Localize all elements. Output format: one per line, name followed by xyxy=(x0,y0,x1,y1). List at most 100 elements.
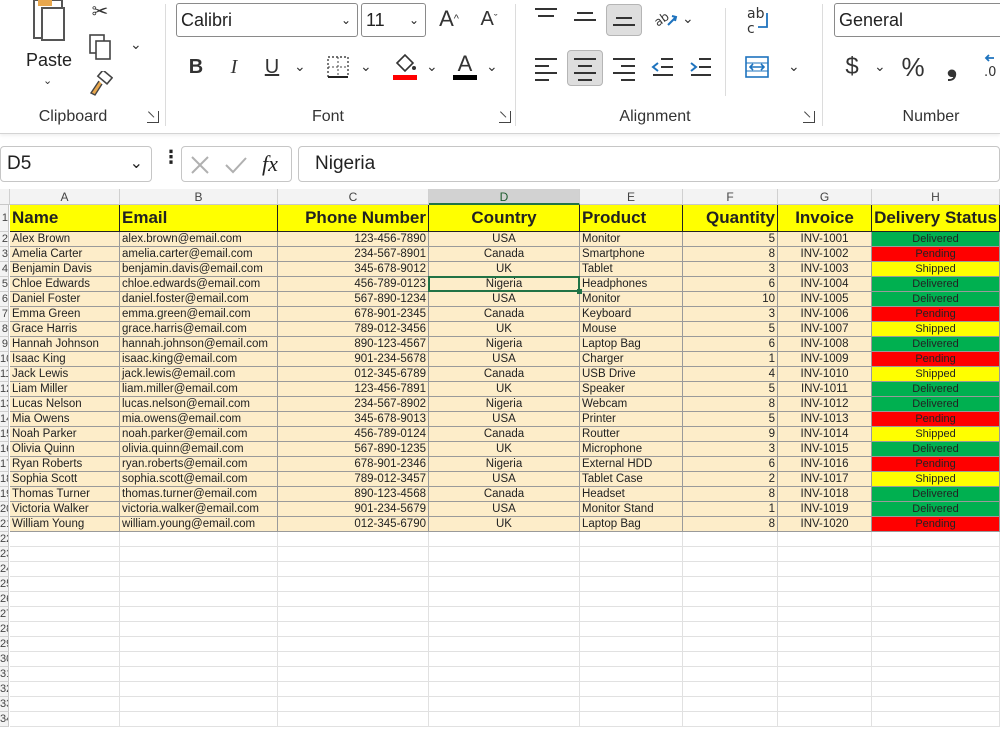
empty-cell[interactable] xyxy=(872,667,1000,682)
table-cell[interactable]: Nigeria xyxy=(429,337,580,352)
formula-bar-more-icon[interactable]: ⋮ xyxy=(162,148,180,166)
empty-cell[interactable] xyxy=(10,622,120,637)
font-color-dropdown-chevron-icon[interactable]: ⌄ xyxy=(486,58,498,75)
table-cell[interactable]: chloe.edwards@email.com xyxy=(120,277,278,292)
insert-function-icon[interactable]: fx xyxy=(262,151,278,177)
empty-cell[interactable] xyxy=(580,637,683,652)
table-cell[interactable]: Tablet xyxy=(580,262,683,277)
table-cell[interactable]: INV-1001 xyxy=(778,232,872,247)
empty-cell[interactable] xyxy=(120,682,278,697)
percent-style-button[interactable]: % xyxy=(898,52,928,82)
empty-cell[interactable] xyxy=(778,682,872,697)
empty-cell[interactable] xyxy=(278,637,429,652)
empty-cell[interactable] xyxy=(278,577,429,592)
table-cell[interactable]: Headset xyxy=(580,487,683,502)
empty-cell[interactable] xyxy=(10,712,120,727)
empty-cell[interactable] xyxy=(580,532,683,547)
table-cell[interactable]: Pending xyxy=(872,307,1000,322)
header-cell-a[interactable]: Name xyxy=(10,205,120,232)
table-cell[interactable]: 234-567-8902 xyxy=(278,397,429,412)
empty-cell[interactable] xyxy=(683,547,778,562)
table-cell[interactable]: INV-1012 xyxy=(778,397,872,412)
alignment-dialog-launcher-icon[interactable] xyxy=(803,111,815,123)
empty-cell[interactable] xyxy=(872,562,1000,577)
copy-icon[interactable] xyxy=(86,32,114,62)
table-cell[interactable]: grace.harris@email.com xyxy=(120,322,278,337)
table-cell[interactable]: Nigeria xyxy=(429,277,580,292)
empty-cell[interactable] xyxy=(278,622,429,637)
table-cell[interactable]: Tablet Case xyxy=(580,472,683,487)
underline-dropdown-chevron-icon[interactable]: ⌄ xyxy=(294,58,306,75)
empty-cell[interactable] xyxy=(778,577,872,592)
table-cell[interactable]: INV-1002 xyxy=(778,247,872,262)
row-header-7[interactable]: 7 xyxy=(0,307,9,322)
name-box-chevron-icon[interactable]: ⌄ xyxy=(130,153,143,173)
table-cell[interactable]: INV-1004 xyxy=(778,277,872,292)
table-cell[interactable]: 1 xyxy=(683,502,778,517)
row-header-4[interactable]: 4 xyxy=(0,262,9,277)
table-cell[interactable]: Delivered xyxy=(872,292,1000,307)
table-cell[interactable]: 8 xyxy=(683,517,778,532)
font-size-combobox[interactable]: 11 ⌄ xyxy=(361,3,426,37)
table-cell[interactable]: Thomas Turner xyxy=(10,487,120,502)
empty-cell[interactable] xyxy=(683,607,778,622)
table-cell[interactable]: Monitor xyxy=(580,232,683,247)
table-cell[interactable]: Mouse xyxy=(580,322,683,337)
select-all-corner[interactable] xyxy=(0,189,10,205)
empty-cell[interactable] xyxy=(429,577,580,592)
table-cell[interactable]: Webcam xyxy=(580,397,683,412)
empty-cell[interactable] xyxy=(683,622,778,637)
empty-cell[interactable] xyxy=(278,592,429,607)
name-box[interactable]: D5 ⌄ xyxy=(0,146,152,182)
empty-cell[interactable] xyxy=(10,532,120,547)
empty-cell[interactable] xyxy=(278,697,429,712)
row-header-18[interactable]: 18 xyxy=(0,472,9,487)
table-cell[interactable]: Delivered xyxy=(872,397,1000,412)
header-cell-f[interactable]: Quantity xyxy=(683,205,778,232)
table-cell[interactable]: 567-890-1235 xyxy=(278,442,429,457)
row-header-3[interactable]: 3 xyxy=(0,247,9,262)
table-cell[interactable]: benjamin.davis@email.com xyxy=(120,262,278,277)
table-cell[interactable]: USA xyxy=(429,472,580,487)
empty-cell[interactable] xyxy=(278,667,429,682)
copy-dropdown-chevron-icon[interactable]: ⌄ xyxy=(130,36,142,53)
empty-cell[interactable] xyxy=(778,697,872,712)
table-cell[interactable]: INV-1018 xyxy=(778,487,872,502)
table-cell[interactable]: 012-345-6789 xyxy=(278,367,429,382)
table-cell[interactable]: mia.owens@email.com xyxy=(120,412,278,427)
comma-style-button[interactable]: ❟ xyxy=(940,51,964,82)
table-cell[interactable]: UK xyxy=(429,322,580,337)
empty-cell[interactable] xyxy=(580,667,683,682)
font-color-button[interactable]: A xyxy=(450,50,480,82)
table-cell[interactable]: 6 xyxy=(683,337,778,352)
table-cell[interactable]: Delivered xyxy=(872,502,1000,517)
empty-cell[interactable] xyxy=(580,697,683,712)
paste-dropdown-chevron-icon[interactable]: ⌄ xyxy=(43,74,52,87)
fill-color-bucket-icon[interactable] xyxy=(390,50,420,82)
table-cell[interactable]: 678-901-2345 xyxy=(278,307,429,322)
empty-cell[interactable] xyxy=(120,592,278,607)
table-cell[interactable]: ryan.roberts@email.com xyxy=(120,457,278,472)
row-header-28[interactable]: 28 xyxy=(0,622,9,637)
empty-cell[interactable] xyxy=(778,547,872,562)
empty-cell[interactable] xyxy=(429,547,580,562)
middle-align-icon[interactable] xyxy=(574,12,596,26)
table-cell[interactable]: INV-1013 xyxy=(778,412,872,427)
table-cell[interactable]: Delivered xyxy=(872,232,1000,247)
table-cell[interactable]: daniel.foster@email.com xyxy=(120,292,278,307)
table-cell[interactable]: Chloe Edwards xyxy=(10,277,120,292)
empty-cell[interactable] xyxy=(580,652,683,667)
empty-cell[interactable] xyxy=(278,712,429,727)
empty-cell[interactable] xyxy=(429,637,580,652)
table-cell[interactable]: UK xyxy=(429,262,580,277)
empty-cell[interactable] xyxy=(683,637,778,652)
table-cell[interactable]: INV-1019 xyxy=(778,502,872,517)
table-cell[interactable]: 456-789-0123 xyxy=(278,277,429,292)
row-header-32[interactable]: 32 xyxy=(0,682,9,697)
row-header-15[interactable]: 15 xyxy=(0,427,9,442)
center-align-button[interactable] xyxy=(567,50,603,86)
column-header-a[interactable]: A xyxy=(10,189,120,205)
table-cell[interactable]: Canada xyxy=(429,427,580,442)
increase-indent-icon[interactable] xyxy=(688,54,714,80)
cut-scissors-icon[interactable]: ✂ xyxy=(88,0,112,23)
